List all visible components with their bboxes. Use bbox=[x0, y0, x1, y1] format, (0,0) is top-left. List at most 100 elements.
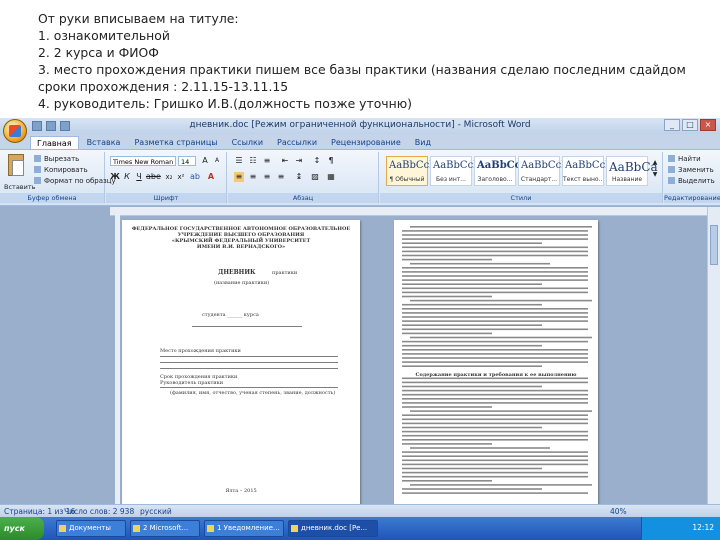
superscript-button[interactable]: x² bbox=[176, 172, 186, 182]
align-left-icon[interactable]: ≡ bbox=[234, 172, 244, 182]
justify-icon[interactable]: ≡ bbox=[276, 172, 286, 182]
styles-scroll-down-icon[interactable]: ▼ bbox=[650, 170, 660, 180]
notes-panel: От руки вписываем на титуле: 1. ознакоми… bbox=[0, 0, 720, 118]
title-bar: дневник.doc [Режим ограниченной функцион… bbox=[0, 118, 720, 134]
page-2-text-line bbox=[402, 312, 588, 314]
page-2-text-line bbox=[410, 447, 550, 449]
styles-scroll-up-icon[interactable]: ▲ bbox=[650, 158, 660, 168]
page-2-text-line bbox=[402, 463, 588, 466]
shading-icon[interactable]: ▨ bbox=[310, 172, 320, 182]
taskbar-item-4[interactable]: дневник.doc [Ре... bbox=[288, 520, 378, 537]
practice-type-note: (название практики) bbox=[214, 280, 270, 286]
minimize-button[interactable]: _ bbox=[664, 119, 680, 131]
strikethrough-button[interactable]: abe bbox=[146, 172, 161, 182]
heading-note: практики bbox=[272, 270, 298, 276]
select-button[interactable]: Выделить bbox=[668, 177, 715, 186]
subscript-button[interactable]: x₂ bbox=[164, 172, 174, 182]
page-2-text-line bbox=[402, 349, 588, 351]
start-button[interactable]: пуск bbox=[0, 517, 44, 540]
page-2-text-line bbox=[402, 353, 588, 355]
taskbar-item-2[interactable]: 2 Microsoft... bbox=[130, 520, 200, 537]
page-2-text-line bbox=[402, 377, 588, 380]
font-name-select[interactable]: Times New Roman bbox=[110, 156, 176, 166]
status-language[interactable]: русский bbox=[140, 506, 172, 517]
paste-label: Вставить bbox=[4, 183, 36, 191]
page-2-text-line bbox=[402, 287, 588, 290]
align-right-icon[interactable]: ≡ bbox=[262, 172, 272, 182]
tab-insert[interactable]: Вставка bbox=[81, 136, 127, 149]
bullets-icon[interactable]: ☰ bbox=[234, 156, 244, 166]
page-2-text-line bbox=[402, 332, 492, 335]
vertical-ruler[interactable] bbox=[115, 215, 120, 507]
page-2-text-line bbox=[402, 467, 542, 470]
undo-icon[interactable] bbox=[46, 121, 56, 131]
highlight-icon[interactable]: ab bbox=[190, 172, 200, 182]
style-heading[interactable]: AaBbCcD Заголово... bbox=[474, 156, 529, 186]
tab-page-layout[interactable]: Разметка страницы bbox=[128, 136, 223, 149]
tab-view[interactable]: Вид bbox=[409, 136, 437, 149]
style-normal[interactable]: AaBbCcDc ¶ Обычный bbox=[386, 156, 443, 186]
underline-button[interactable]: Ч bbox=[134, 172, 144, 182]
font-color-icon[interactable]: A bbox=[206, 172, 216, 182]
page-2-text-line bbox=[402, 418, 588, 421]
borders-icon[interactable]: ▦ bbox=[326, 172, 336, 182]
tab-mailings[interactable]: Рассылки bbox=[271, 136, 323, 149]
page-2-text-line bbox=[402, 238, 588, 240]
style-balloon-text[interactable]: AaBbCcDc Текст выно... bbox=[562, 156, 619, 186]
vertical-scrollbar[interactable] bbox=[707, 207, 720, 505]
increase-indent-icon[interactable]: ⇥ bbox=[294, 156, 304, 166]
taskbar-item-3[interactable]: 1 Уведомление... bbox=[204, 520, 284, 537]
style-standard[interactable]: AaBbCcDc Стандарт... bbox=[518, 156, 575, 186]
page-2-text-line bbox=[402, 492, 588, 494]
status-bar: Страница: 1 из 16 Число слов: 2 938 русс… bbox=[0, 504, 720, 518]
save-icon[interactable] bbox=[32, 121, 42, 131]
tab-review[interactable]: Рецензирование bbox=[325, 136, 407, 149]
close-button[interactable]: × bbox=[700, 119, 716, 131]
page-2-text-line bbox=[402, 451, 588, 453]
document-area[interactable] bbox=[0, 206, 720, 504]
scrollbar-thumb[interactable] bbox=[710, 225, 718, 265]
page-2-text-line bbox=[402, 234, 588, 236]
taskbar-item-1[interactable]: Документы bbox=[56, 520, 126, 537]
line-spacing-icon[interactable]: ↨ bbox=[294, 172, 304, 182]
style-title[interactable]: AaBbCa Название bbox=[606, 156, 658, 186]
style-no-spacing[interactable]: AaBbCcDc Без инт... bbox=[430, 156, 487, 186]
replace-button[interactable]: Заменить bbox=[668, 166, 714, 175]
multilevel-list-icon[interactable]: ≡ bbox=[262, 156, 272, 166]
horizontal-ruler[interactable] bbox=[110, 207, 710, 216]
numbering-icon[interactable]: ☷ bbox=[248, 156, 258, 166]
page-2-text-line bbox=[402, 385, 542, 388]
page-2-text-line bbox=[402, 439, 588, 441]
status-words[interactable]: Число слов: 2 938 bbox=[64, 506, 134, 517]
copy-button[interactable]: Копировать bbox=[34, 166, 88, 175]
sort-icon[interactable]: ↕ bbox=[312, 156, 322, 166]
shrink-font-button[interactable]: A bbox=[212, 156, 222, 166]
status-zoom[interactable]: 40% bbox=[610, 506, 627, 517]
bold-button[interactable]: Ж bbox=[110, 172, 120, 182]
align-center-icon[interactable]: ≡ bbox=[248, 172, 258, 182]
styles-group: AaBbCcDc ¶ Обычный AaBbCcDc Без инт... A… bbox=[380, 152, 663, 203]
grow-font-button[interactable]: A bbox=[200, 156, 210, 166]
notes-line-5: сроки прохождения : 2.11.15-13.11.15 bbox=[38, 79, 289, 94]
editing-group: Найти Заменить Выделить Редактирование bbox=[664, 152, 720, 203]
page-1[interactable]: ФЕДЕРАЛЬНОЕ ГОСУДАРСТВЕННОЕ АВТОНОМНОЕ О… bbox=[122, 220, 360, 504]
student-line: студента ______ курса bbox=[202, 312, 259, 318]
page-2-text-line bbox=[402, 480, 492, 482]
maximize-button[interactable]: □ bbox=[682, 119, 698, 131]
office-button[interactable] bbox=[3, 119, 27, 143]
cut-button[interactable]: Вырезать bbox=[34, 155, 79, 164]
page-2-text-line bbox=[402, 242, 542, 244]
format-painter-button[interactable]: Формат по образцу bbox=[34, 177, 116, 186]
pilcrow-icon[interactable]: ¶ bbox=[326, 156, 336, 166]
ribbon: Вставить Вырезать Копировать Формат по о… bbox=[0, 149, 720, 206]
font-size-select[interactable]: 14 bbox=[178, 156, 196, 166]
tab-home[interactable]: Главная bbox=[30, 136, 79, 149]
italic-button[interactable]: К bbox=[122, 172, 132, 182]
find-button[interactable]: Найти bbox=[668, 155, 701, 164]
redo-icon[interactable] bbox=[60, 121, 70, 131]
paste-button[interactable]: Вставить bbox=[4, 154, 35, 191]
city-year: Ялта – 2015 bbox=[225, 488, 257, 494]
tab-references[interactable]: Ссылки bbox=[226, 136, 269, 149]
decrease-indent-icon[interactable]: ⇤ bbox=[280, 156, 290, 166]
word-window: дневник.doc [Режим ограниченной функцион… bbox=[0, 118, 720, 540]
